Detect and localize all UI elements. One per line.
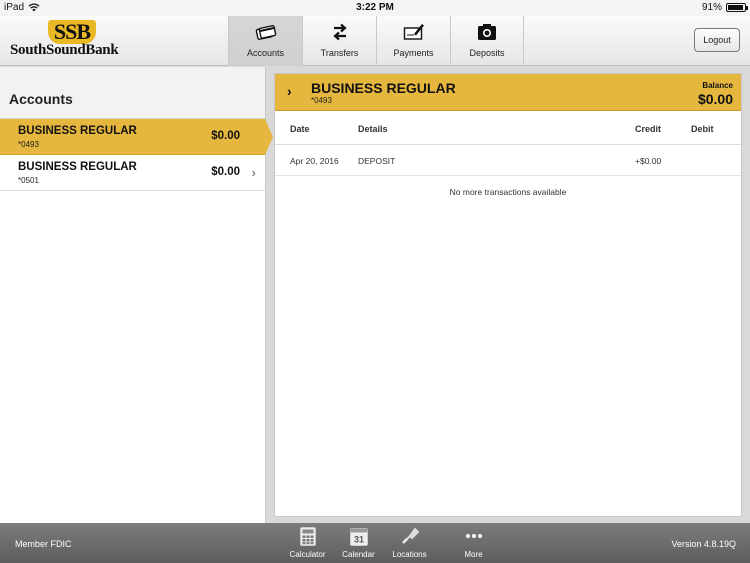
calculator-label: Calculator: [289, 550, 326, 559]
check-pen-icon: [403, 24, 424, 40]
account-name: BUSINESS REGULAR: [18, 125, 137, 137]
balance-value: $0.00: [697, 91, 733, 107]
no-more-transactions: No more transactions available: [449, 187, 567, 197]
column-credit: Credit: [635, 124, 662, 134]
column-date: Date: [290, 124, 310, 134]
logout-button[interactable]: Logout: [694, 28, 740, 52]
column-debit: Debit: [691, 124, 714, 134]
battery-icon: [726, 3, 748, 12]
battery-percent: 91%: [701, 2, 722, 13]
locations-button[interactable]: Locations: [384, 526, 435, 559]
chevron-right-icon: ›: [287, 83, 292, 99]
svg-text:31: 31: [353, 534, 363, 544]
transaction-credit: +$0.00: [635, 156, 662, 166]
accounts-title: Accounts: [0, 67, 265, 119]
more-label: More: [464, 550, 483, 559]
bank-logo: SSB SouthSoundBank: [10, 20, 130, 62]
locations-label: Locations: [392, 550, 427, 559]
detail-account-name: BUSINESS REGULAR: [311, 80, 456, 96]
account-detail-panel: › BUSINESS REGULAR *0493 Balance $0.00 D…: [274, 73, 742, 517]
tab-deposits-label: Deposits: [469, 48, 505, 58]
transaction-row[interactable]: Apr 20, 2016 DEPOSIT +$0.00: [275, 145, 741, 176]
calculator-icon: [299, 526, 316, 546]
detail-account-number: *0493: [311, 96, 332, 105]
calendar-icon: 31: [349, 527, 368, 546]
calendar-label: Calendar: [342, 550, 375, 559]
account-number: *0493: [18, 140, 39, 149]
transfer-arrows-icon: [332, 23, 347, 41]
more-dots-icon: [465, 534, 482, 538]
status-time: 3:22 PM: [356, 2, 394, 13]
tab-payments-label: Payments: [393, 48, 434, 58]
status-bar: iPad 3:22 PM 91%: [0, 0, 750, 16]
account-number: *0501: [18, 176, 39, 185]
main-tabs: Accounts Transfers Payments Deposits: [228, 16, 524, 66]
logo-name: SouthSoundBank: [10, 42, 119, 58]
account-detail-header[interactable]: › BUSINESS REGULAR *0493 Balance $0.00: [275, 74, 741, 111]
tab-accounts[interactable]: Accounts: [228, 16, 302, 66]
footer-bar: Member FDIC Calculator 31 Calendar Locat…: [0, 523, 750, 563]
calendar-button[interactable]: 31 Calendar: [333, 526, 384, 559]
account-balance: $0.00: [211, 130, 240, 142]
camera-icon: [478, 24, 496, 40]
logo-mark: SSB: [48, 20, 96, 44]
transactions-header: Date Details Credit Debit: [275, 111, 741, 145]
accounts-panel: Accounts BUSINESS REGULAR *0493 $0.00 BU…: [0, 67, 273, 523]
balance-label: Balance: [702, 81, 733, 90]
transaction-date: Apr 20, 2016: [290, 156, 339, 166]
transaction-details: DEPOSIT: [358, 156, 396, 166]
credit-card-icon: [255, 25, 276, 40]
tab-deposits[interactable]: Deposits: [450, 16, 524, 66]
tab-payments[interactable]: Payments: [376, 16, 450, 66]
app-version: Version 4.8.19Q: [671, 539, 736, 549]
column-details: Details: [358, 124, 388, 134]
more-button[interactable]: More: [448, 526, 499, 559]
tab-transfers-label: Transfers: [320, 48, 359, 58]
footer-tools: Calculator 31 Calendar Locations More: [282, 526, 499, 559]
account-item[interactable]: BUSINESS REGULAR *0501 $0.00 ›: [0, 155, 265, 191]
account-name: BUSINESS REGULAR: [18, 161, 137, 173]
calculator-button[interactable]: Calculator: [282, 526, 333, 559]
tab-accounts-label: Accounts: [246, 48, 285, 58]
map-pin-icon: [401, 527, 419, 544]
account-item[interactable]: BUSINESS REGULAR *0493 $0.00: [0, 119, 273, 155]
tab-transfers[interactable]: Transfers: [302, 16, 376, 66]
chevron-right-icon: ›: [251, 165, 256, 180]
app-header: SSB SouthSoundBank Accounts Transfers Pa…: [0, 16, 750, 66]
member-fdic: Member FDIC: [15, 539, 72, 549]
account-balance: $0.00: [211, 166, 240, 178]
